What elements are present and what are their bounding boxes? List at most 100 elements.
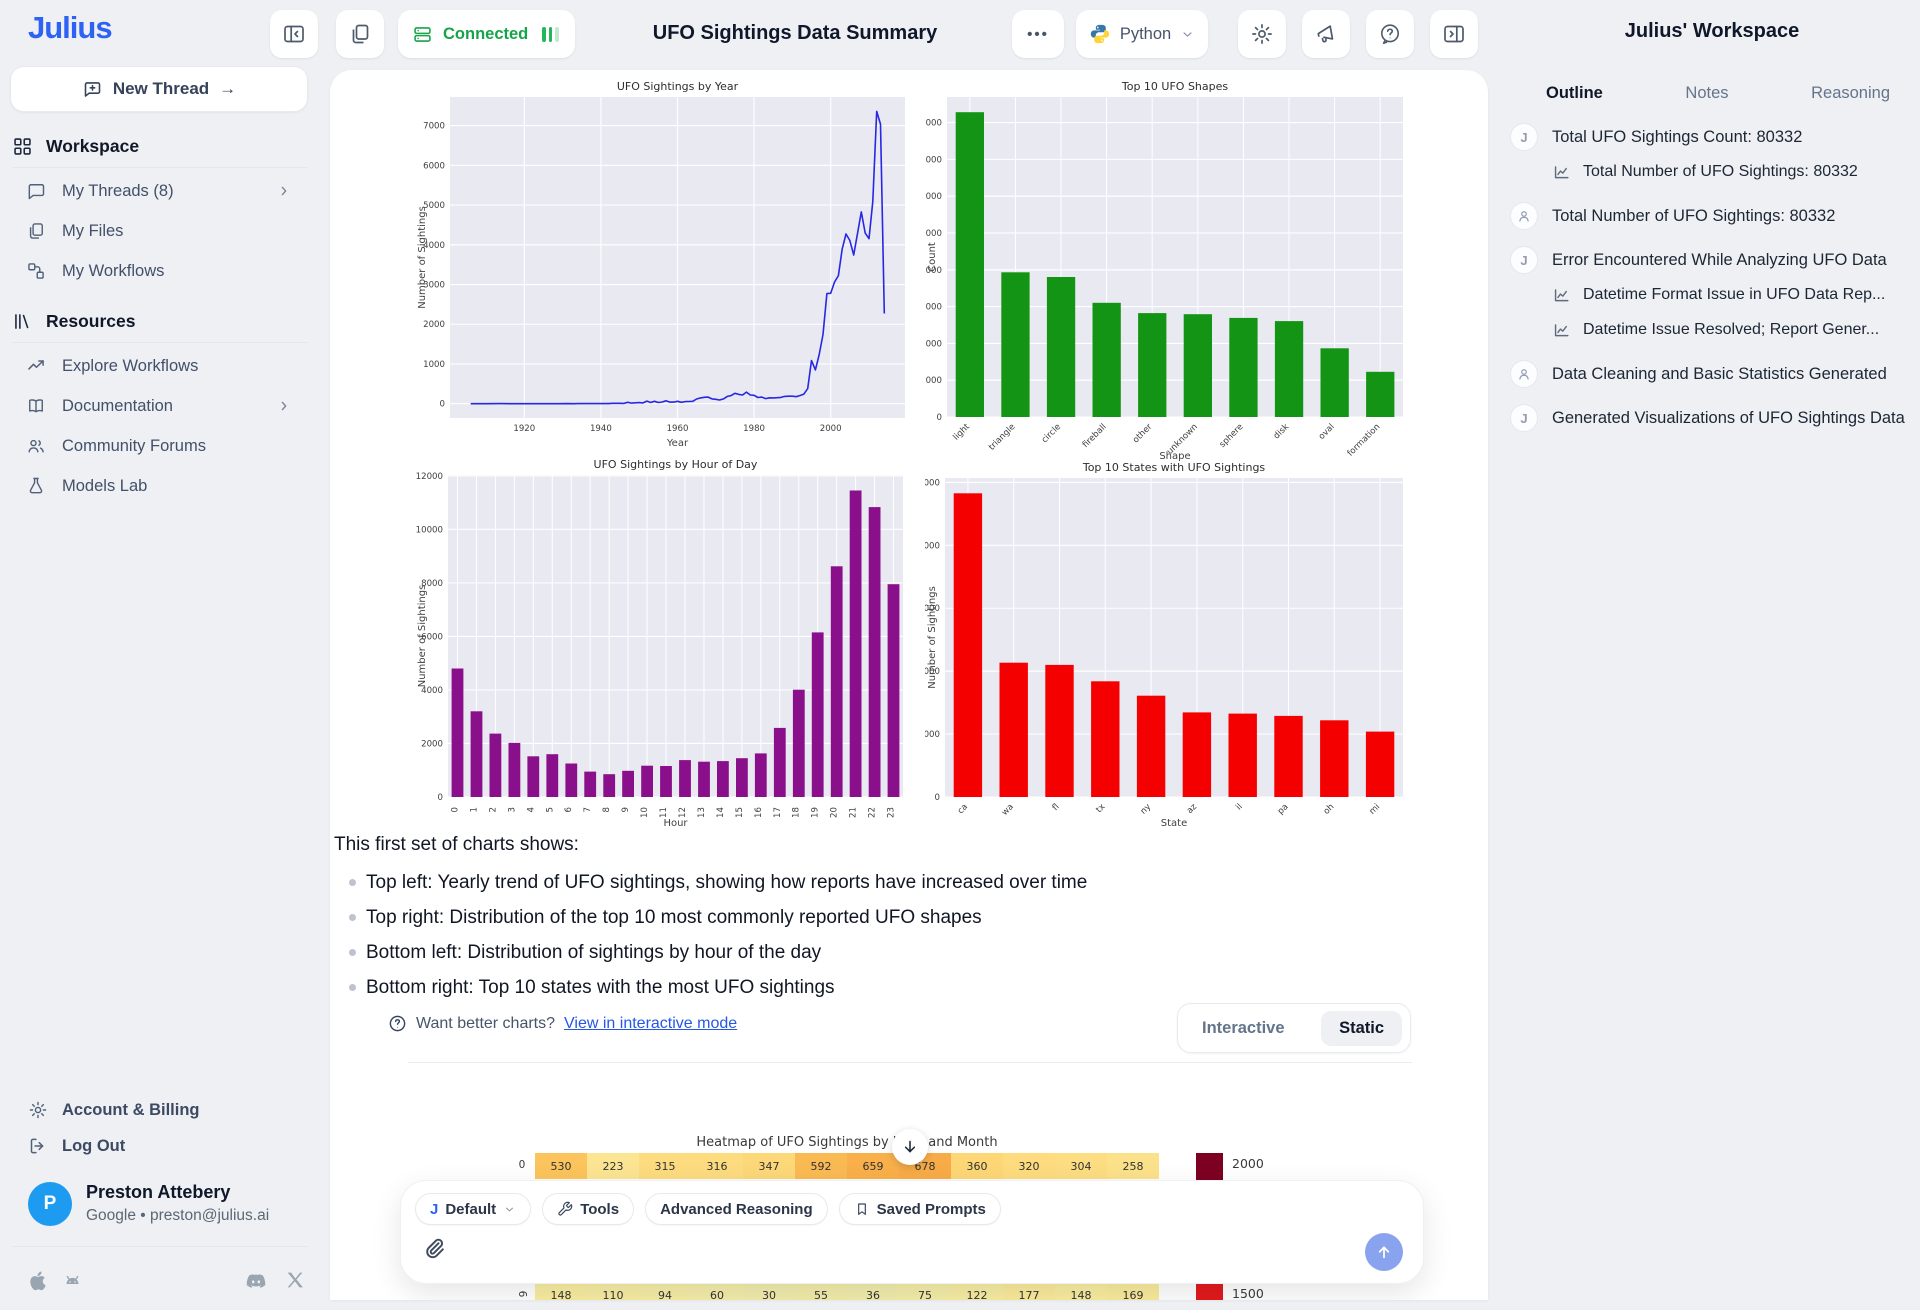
heatmap-cell: 169	[1107, 1283, 1159, 1300]
svg-text:Number of Sightings: Number of Sightings	[927, 586, 938, 689]
model-label: Default	[445, 1201, 496, 1218]
language-selector[interactable]: Python	[1076, 10, 1208, 58]
outline-item[interactable]: Total Number of UFO Sightings: 80332	[1510, 201, 1920, 231]
apple-icon[interactable]	[26, 1268, 51, 1293]
outline-item[interactable]: JTotal UFO Sightings Count: 80332	[1510, 122, 1920, 152]
outline-item[interactable]: Data Cleaning and Basic Statistics Gener…	[1510, 359, 1920, 389]
gear-icon	[28, 1100, 48, 1120]
scroll-to-bottom-button[interactable]	[892, 1129, 928, 1165]
heatmap-cell: 360	[951, 1153, 1003, 1179]
heatmap-cell: 94	[639, 1283, 691, 1300]
bullet-dot	[349, 914, 356, 921]
interactive-mode-link[interactable]: View in interactive mode	[564, 1015, 737, 1033]
saved-prompts-button[interactable]: Saved Prompts	[839, 1193, 1001, 1225]
svg-text:2000: 2000	[820, 424, 842, 434]
outline-item[interactable]: Datetime Issue Resolved; Report Gener...	[1510, 315, 1920, 345]
advanced-reasoning-label: Advanced Reasoning	[660, 1201, 813, 1218]
copy-thread-button[interactable]	[336, 10, 384, 58]
chart-mode-toggle: Interactive Static	[1177, 1003, 1411, 1053]
account-billing-button[interactable]: Account & Billing	[0, 1092, 320, 1128]
sidebar-item-community-forums[interactable]: Community Forums	[0, 426, 320, 466]
announcements-button[interactable]	[1302, 10, 1350, 58]
arrow-up-icon	[1374, 1242, 1394, 1262]
x-logo-icon[interactable]	[284, 1269, 306, 1291]
svg-text:wa: wa	[1000, 802, 1016, 818]
chat-composer[interactable]: J Default Tools Advanced Reasoning Saved…	[400, 1180, 1424, 1284]
svg-text:10000: 10000	[416, 525, 443, 535]
svg-text:light: light	[951, 422, 972, 443]
svg-text:0: 0	[935, 793, 940, 803]
panel-collapse-icon	[282, 22, 306, 46]
model-selector[interactable]: J Default	[415, 1193, 531, 1225]
sidebar-item-documentation[interactable]: Documentation	[0, 386, 320, 426]
svg-text:il: il	[1234, 802, 1244, 812]
chart-icon	[1552, 286, 1571, 305]
python-icon	[1089, 23, 1111, 45]
discord-icon[interactable]	[242, 1268, 270, 1293]
outline-item[interactable]: JError Encountered While Analyzing UFO D…	[1510, 245, 1920, 275]
message-bullet: Top right: Distribution of the top 10 mo…	[366, 907, 982, 929]
sidebar-item-my-threads-8[interactable]: My Threads (8)	[0, 171, 320, 211]
svg-text:Hour: Hour	[663, 818, 688, 829]
advanced-reasoning-button[interactable]: Advanced Reasoning	[645, 1193, 828, 1225]
outline-item[interactable]: Datetime Format Issue in UFO Data Rep...	[1510, 280, 1920, 310]
tab-outline[interactable]: Outline	[1546, 84, 1603, 103]
tools-button[interactable]: Tools	[542, 1193, 634, 1225]
logout-button[interactable]: Log Out	[0, 1128, 320, 1164]
heatmap-cell: 316	[691, 1153, 743, 1179]
workflow-icon	[26, 261, 46, 281]
settings-button[interactable]	[1238, 10, 1286, 58]
sidebar-item-my-workflows[interactable]: My Workflows	[0, 251, 320, 291]
sidebar-item-models-lab[interactable]: Models Lab	[0, 466, 320, 506]
svg-text:7000: 7000	[423, 122, 445, 132]
svg-text:8000: 8000	[925, 541, 940, 551]
svg-text:1940: 1940	[590, 424, 612, 434]
android-icon[interactable]	[60, 1268, 85, 1293]
send-button[interactable]	[1365, 1233, 1403, 1271]
new-thread-button[interactable]: New Thread →	[10, 66, 308, 112]
chevron-right-icon	[276, 183, 292, 199]
svg-text:2000: 2000	[421, 739, 443, 749]
sidebar-item-my-files[interactable]: My Files	[0, 211, 320, 251]
toggle-static[interactable]: Static	[1321, 1011, 1402, 1046]
expand-panel-button[interactable]	[1430, 10, 1478, 58]
book-icon	[26, 396, 46, 416]
svg-text:fireball: fireball	[1081, 422, 1109, 450]
help-button[interactable]	[1366, 10, 1414, 58]
ufo-sightings-by-hour: 0200040006000800010000120000123456789101…	[415, 455, 930, 835]
person-icon	[1510, 360, 1538, 388]
tab-notes[interactable]: Notes	[1685, 84, 1728, 103]
tab-reasoning[interactable]: Reasoning	[1811, 84, 1890, 103]
sidebar-section-resources: Resources	[0, 303, 320, 339]
heatmap-cell: 659	[847, 1153, 899, 1179]
outline-item[interactable]: JGenerated Visualizations of UFO Sightin…	[1510, 403, 1920, 433]
heatmap-cell: 315	[639, 1153, 691, 1179]
heatmap-cell: 148	[535, 1283, 587, 1300]
heatmap-cell: 60	[691, 1283, 743, 1300]
wrench-icon	[557, 1201, 573, 1217]
avatar[interactable]: P	[28, 1182, 72, 1226]
gear-icon	[1250, 22, 1274, 46]
svg-text:0: 0	[450, 807, 460, 812]
new-thread-arrow: →	[219, 79, 236, 99]
app-root: Julius New Thread → WorkspaceMy Threads …	[0, 0, 1920, 1310]
heatmap-cell: 304	[1055, 1153, 1107, 1179]
connection-status[interactable]: Connected	[398, 10, 575, 58]
svg-text:1: 1	[469, 807, 479, 812]
svg-text:10000: 10000	[925, 229, 942, 239]
chart-icon	[1552, 163, 1571, 182]
language-label: Python	[1120, 25, 1171, 44]
svg-text:9: 9	[621, 807, 631, 812]
sidebar-item-explore-workflows[interactable]: Explore Workflows	[0, 346, 320, 386]
svg-text:Number of Sightings: Number of Sightings	[417, 585, 428, 688]
megaphone-icon	[1314, 22, 1338, 46]
heatmap-cell: 36	[847, 1283, 899, 1300]
heatmap-row-label: 6	[516, 1286, 528, 1300]
attach-file-button[interactable]	[421, 1233, 447, 1263]
toggle-interactive[interactable]: Interactive	[1202, 1019, 1285, 1038]
bullet-dot	[349, 879, 356, 886]
server-icon	[412, 24, 433, 45]
collapse-sidebar-button[interactable]	[270, 10, 318, 58]
more-options-button[interactable]: •••	[1012, 10, 1064, 58]
outline-item[interactable]: Total Number of UFO Sightings: 80332	[1510, 157, 1920, 187]
